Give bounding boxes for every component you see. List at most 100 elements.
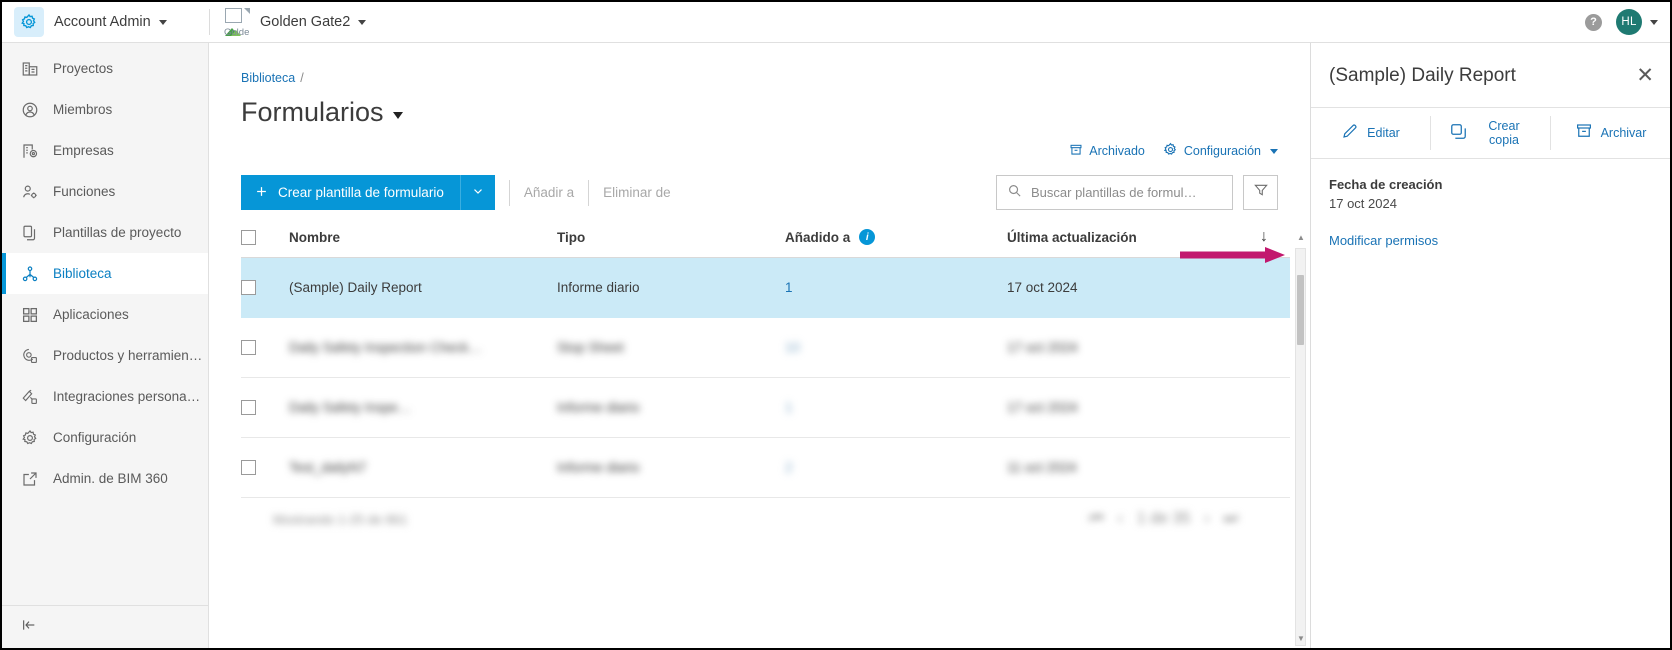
prev-page-button[interactable]: ‹ xyxy=(1118,510,1123,528)
page-title-row: Formularios xyxy=(209,85,1310,128)
archived-link[interactable]: Archivado xyxy=(1069,143,1145,160)
app-root: Account Admin Golde Golden Gate2 ? HL Pr… xyxy=(2,2,1670,648)
sidebar-item-miembros[interactable]: Miembros xyxy=(2,89,208,130)
buildings-icon xyxy=(19,58,41,80)
scroll-up-icon[interactable]: ▲ xyxy=(1297,233,1305,242)
copy-icon xyxy=(19,222,41,244)
sidebar-item-label: Plantillas de proyecto xyxy=(53,225,182,240)
chevron-down-icon[interactable] xyxy=(392,112,403,119)
gear-icon xyxy=(14,7,44,37)
sidebar-collapse-button[interactable] xyxy=(2,605,208,648)
add-to-button[interactable]: Añadir a xyxy=(524,185,574,200)
chevron-down-icon xyxy=(1270,148,1278,154)
sidebar-item-label: Admin. de BIM 360 xyxy=(53,471,168,486)
sidebar-item-funciones[interactable]: Funciones xyxy=(2,171,208,212)
close-icon[interactable]: ✕ xyxy=(1628,65,1654,86)
chevron-down-icon xyxy=(158,19,167,25)
account-switcher[interactable]: Account Admin xyxy=(2,2,209,42)
row-checkbox[interactable] xyxy=(241,340,256,356)
created-date-label: Fecha de creación xyxy=(1329,177,1443,192)
create-form-template-dropdown[interactable] xyxy=(459,175,495,210)
form-templates-table: Nombre Tipo Añadido a i Última actualiza… xyxy=(241,228,1290,498)
broken-image-icon: Golde xyxy=(224,8,250,36)
create-form-template-button[interactable]: Crear plantilla de formulario xyxy=(241,175,460,210)
table-footer: Mostrando 1-25 de 861 ⏮ ‹ 1 de 35 › ⏭ xyxy=(241,498,1290,540)
products-tools-icon xyxy=(19,345,41,367)
project-name: Golden Gate2 xyxy=(260,14,351,30)
breadcrumb-separator: / xyxy=(300,71,304,85)
user-menu[interactable]: HL xyxy=(1616,9,1658,35)
sidebar-item-label: Integraciones persona… xyxy=(53,389,201,404)
project-switcher[interactable]: Golde Golden Gate2 xyxy=(210,2,367,42)
search-box[interactable] xyxy=(996,175,1233,210)
search-input[interactable] xyxy=(1031,185,1222,200)
info-icon[interactable]: i xyxy=(859,229,876,245)
copy-icon xyxy=(1449,122,1468,144)
filter-button[interactable] xyxy=(1243,175,1278,210)
cell-nombre: Daily Safety Inspe… xyxy=(289,377,557,438)
gear-icon xyxy=(19,427,41,449)
sidebar-item-aplicaciones[interactable]: Aplicaciones xyxy=(2,294,208,335)
settings-label: Configuración xyxy=(1183,144,1261,158)
created-date-value: 17 oct 2024 xyxy=(1329,196,1397,211)
pagination[interactable]: ⏮ ‹ 1 de 35 › ⏭ xyxy=(1089,510,1238,528)
column-header-anadido-a[interactable]: Añadido a i xyxy=(785,228,1007,258)
cell-anadido-a: 2 xyxy=(785,437,1007,498)
next-page-button[interactable]: › xyxy=(1204,510,1209,528)
row-checkbox[interactable] xyxy=(241,280,256,296)
grid-squares-icon xyxy=(19,304,41,326)
select-all-checkbox[interactable] xyxy=(241,229,256,245)
edit-button[interactable]: Editar xyxy=(1311,108,1430,158)
settings-link[interactable]: Configuración xyxy=(1163,142,1278,160)
sidebar-item-biblioteca[interactable]: Biblioteca xyxy=(2,253,208,294)
modify-permissions-link[interactable]: Modificar permisos xyxy=(1329,233,1438,248)
sort-descending-icon[interactable]: ↓ xyxy=(1260,228,1268,246)
sidebar-item-configuracion[interactable]: Configuración xyxy=(2,417,208,458)
table-row[interactable]: (Sample) Daily Report Informe diario 1 1… xyxy=(241,257,1290,318)
sidebar-item-productos-y-herramientas[interactable]: Productos y herramien… xyxy=(2,335,208,376)
sidebar-item-admin-bim-360[interactable]: Admin. de BIM 360 xyxy=(2,458,208,499)
added-count-link[interactable]: 1 xyxy=(785,280,793,295)
chevron-down-icon xyxy=(358,19,367,25)
cell-anadido-a: 1 xyxy=(785,377,1007,438)
sidebar: Proyectos Miembros Empresas Funciones Pl… xyxy=(2,43,209,648)
added-count-link[interactable]: 10 xyxy=(785,340,800,355)
remove-from-button[interactable]: Eliminar de xyxy=(603,185,671,200)
sidebar-item-proyectos[interactable]: Proyectos xyxy=(2,48,208,89)
result-count-label: Mostrando 1-25 de 861 xyxy=(273,511,408,527)
row-checkbox[interactable] xyxy=(241,460,256,476)
breadcrumb-link-biblioteca[interactable]: Biblioteca xyxy=(241,71,295,85)
cell-ultima-actualizacion: 17 oct 2024 xyxy=(1007,257,1290,318)
scroll-down-icon[interactable]: ▼ xyxy=(1297,634,1305,643)
table-row[interactable]: Daily Safety Inspection Check… Stop Shee… xyxy=(241,317,1290,378)
body: Proyectos Miembros Empresas Funciones Pl… xyxy=(2,43,1670,648)
column-header-ultima-actualizacion[interactable]: Última actualización ↓ xyxy=(1007,228,1290,258)
sidebar-item-label: Funciones xyxy=(53,184,116,199)
gear-icon xyxy=(1163,142,1178,160)
table-row[interactable]: Test_dailyN7 Informe diario 2 11 oct 202… xyxy=(241,437,1290,498)
cell-tipo: Informe diario xyxy=(557,377,785,438)
archive-button[interactable]: Archivar xyxy=(1551,108,1670,158)
added-count-link[interactable]: 2 xyxy=(785,460,793,475)
column-header-nombre[interactable]: Nombre xyxy=(289,228,557,258)
cell-ultima-actualizacion: 11 oct 2024 xyxy=(1007,437,1290,498)
last-page-button[interactable]: ⏭ xyxy=(1224,510,1238,528)
table-row[interactable]: Daily Safety Inspe… Informe diario 1 17 … xyxy=(241,377,1290,438)
sidebar-item-plantillas-de-proyecto[interactable]: Plantillas de proyecto xyxy=(2,212,208,253)
added-count-link[interactable]: 1 xyxy=(785,400,793,415)
scrollbar-thumb[interactable] xyxy=(1297,275,1304,345)
first-page-button[interactable]: ⏮ xyxy=(1089,510,1103,528)
archive-icon xyxy=(1069,143,1083,160)
sidebar-item-label: Miembros xyxy=(53,102,113,117)
column-header-tipo[interactable]: Tipo xyxy=(557,228,785,258)
archived-label: Archivado xyxy=(1089,144,1145,158)
table-scrollbar[interactable]: ▲ ▼ xyxy=(1295,233,1306,646)
library-node-icon xyxy=(19,263,41,285)
create-copy-button[interactable]: Crear copia xyxy=(1431,108,1550,158)
table-header-row: Nombre Tipo Añadido a i Última actualiza… xyxy=(241,228,1290,258)
sidebar-item-empresas[interactable]: Empresas xyxy=(2,130,208,171)
help-icon[interactable]: ? xyxy=(1585,13,1602,31)
row-checkbox[interactable] xyxy=(241,400,256,416)
cell-tipo: Stop Sheet xyxy=(557,317,785,378)
sidebar-item-integraciones-personalizadas[interactable]: Integraciones persona… xyxy=(2,376,208,417)
